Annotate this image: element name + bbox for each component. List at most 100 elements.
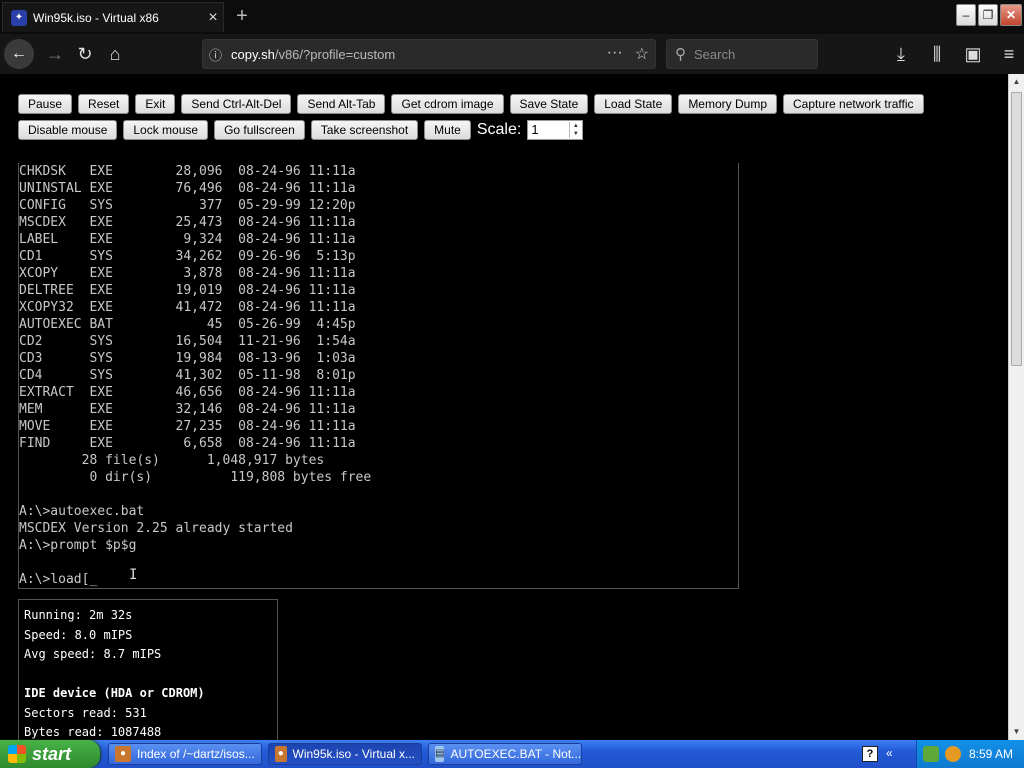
taskbar-item-index[interactable]: ● Index of /~dartz/isos... [108,743,262,765]
dos-line: XCOPY EXE 3,878 08-24-96 11:11a [19,266,356,281]
new-tab-icon[interactable]: + [230,4,254,28]
vertical-scrollbar[interactable]: ▲ ▼ [1008,74,1024,740]
get-cdrom-image-button[interactable]: Get cdrom image [391,94,504,114]
dos-line: FIND EXE 6,658 08-24-96 11:11a [19,436,356,451]
dos-line: CHKDSK EXE 28,096 08-24-96 11:11a [19,164,356,179]
forward-icon[interactable]: → [40,39,70,69]
search-input[interactable]: ⚲ Search [666,39,818,69]
emulator-stats: Running: 2m 32s Speed: 8.0 mIPS Avg spee… [18,599,278,740]
dos-line: A:\>autoexec.bat [19,504,145,519]
show-hidden-icons-icon[interactable]: « [886,746,893,760]
tab-title: Win95k.iso - Virtual x86 [33,10,159,25]
save-state-button[interactable]: Save State [509,94,589,114]
start-label: start [32,743,72,764]
browser-navbar: ← → ↻ ⌂ ⓘ copy.sh /v86/?profile=custom ·… [0,34,1024,74]
stat-spacer [24,665,277,685]
mute-button[interactable]: Mute [424,120,471,140]
browser-tab[interactable]: ✦ Win95k.iso - Virtual x86 × [2,2,224,32]
dos-line: EXTRACT EXE 46,656 08-24-96 11:11a [19,385,356,400]
dos-line [19,554,738,571]
memory-dump-button[interactable]: Memory Dump [678,94,777,114]
dos-line: XCOPY32 EXE 41,472 08-24-96 11:11a [19,300,356,315]
search-tray-icon[interactable] [945,746,961,762]
library-icon[interactable]: ⫼ [922,39,952,69]
home-icon[interactable]: ⌂ [100,39,130,69]
reload-icon[interactable]: ↻ [70,39,100,69]
firefox-icon: ● [115,746,131,762]
stat-running: Running: 2m 32s [24,608,133,622]
stat-speed: Speed: 8.0 mIPS [24,627,133,642]
url-host: copy.sh [231,46,275,62]
taskbar-item-win95k[interactable]: ● Win95k.iso - Virtual x... [268,743,422,765]
dos-line: MOVE EXE 27,235 08-24-96 11:11a [19,419,356,434]
scale-input[interactable]: 1 ▲ ▼ [527,120,584,140]
notepad-icon: ▤ [435,746,445,762]
search-icon: ⚲ [675,46,686,63]
info-icon[interactable]: ⓘ [209,45,231,64]
page-content: Pause Reset Exit Send Ctrl-Alt-Del Send … [0,74,1008,740]
dos-line: A:\>prompt $p$g [19,538,137,553]
pause-button[interactable]: Pause [18,94,73,114]
start-button[interactable]: start [0,740,100,768]
stat-sectors-read: Sectors read: 531 [24,705,147,720]
send-alt-tab-button[interactable]: Send Alt-Tab [297,94,386,114]
dos-line: CD2 SYS 16,504 11-21-96 1:54a [19,334,356,349]
restore-icon[interactable]: ❐ [978,4,998,26]
exit-button[interactable]: Exit [135,94,176,114]
lock-mouse-button[interactable]: Lock mouse [123,120,209,140]
emulator-toolbar: Pause Reset Exit Send Ctrl-Alt-Del Send … [18,94,998,140]
back-icon[interactable]: ← [4,39,34,69]
capture-network-traffic-button[interactable]: Capture network traffic [783,94,924,114]
dos-line: CD4 SYS 41,302 05-11-98 8:01p [19,368,356,383]
menu-icon[interactable]: ≡ [994,39,1024,69]
text-cursor-icon: I [129,567,138,583]
dos-line: LABEL EXE 9,324 08-24-96 11:11a [19,232,356,247]
dos-line: DELTREE EXE 19,019 08-24-96 11:11a [19,283,356,298]
close-tab-icon[interactable]: × [203,9,223,27]
help-icon[interactable]: ? [862,746,878,762]
scroll-up-icon[interactable]: ▲ [1009,74,1024,90]
scale-spinner-icon[interactable]: ▲ ▼ [569,122,581,138]
emulator-screen[interactable]: CHKDSK EXE 28,096 08-24-96 11:11a UNINSTA… [18,163,739,589]
sidebar-icon[interactable]: ▣ [958,39,988,69]
download-icon[interactable]: ⤓ [886,39,916,69]
scale-label: Scale: [476,121,522,138]
send-ctrl-alt-del-button[interactable]: Send Ctrl-Alt-Del [181,94,292,114]
dos-line: MEM EXE 32,146 08-24-96 11:11a [19,402,356,417]
network-icon[interactable] [923,746,939,762]
dos-output: CHKDSK EXE 28,096 08-24-96 11:11a UNINSTA… [19,163,738,588]
page-actions-icon[interactable]: ··· [607,44,623,64]
taskbar-item-label: Index of /~dartz/isos... [137,747,255,761]
scale-value: 1 [531,122,539,137]
dos-line: 28 file(s) 1,048,917 bytes [19,453,325,468]
stat-avg-speed: Avg speed: 8.7 mIPS [24,647,162,661]
windows-logo-icon [8,745,26,763]
load-state-button[interactable]: Load State [594,94,673,114]
taskbar-item-notepad[interactable]: ▤ AUTOEXEC.BAT - Not... [428,743,582,765]
taskbar-item-label: Win95k.iso - Virtual x... [292,747,415,761]
dos-line: CD3 SYS 19,984 08-13-96 1:03a [19,351,356,366]
search-placeholder: Search [694,46,736,62]
close-window-icon[interactable]: ✕ [1000,4,1022,26]
dos-line: MSCDEX EXE 25,473 08-24-96 11:11a [19,215,356,230]
scroll-down-icon[interactable]: ▼ [1009,724,1024,740]
url-path: /v86/?profile=custom [274,46,396,62]
url-bar[interactable]: ⓘ copy.sh /v86/?profile=custom ··· ☆ [202,39,656,69]
browser-tools: ⤓ ⫼ ▣ ≡ [886,39,1024,69]
stat-ide-heading: IDE device (HDA or CDROM) [24,686,205,700]
disable-mouse-button[interactable]: Disable mouse [18,120,118,140]
dos-line [19,486,738,503]
bookmark-star-icon[interactable]: ☆ [635,44,649,64]
go-fullscreen-button[interactable]: Go fullscreen [214,120,305,140]
dos-line: CD1 SYS 34,262 09-26-96 5:13p [19,249,356,264]
v86-icon: ✦ [11,9,27,26]
dos-line: AUTOEXEC BAT 45 05-26-99 4:45p [19,317,356,332]
dos-line: A:\>load[_ [19,572,98,587]
reset-button[interactable]: Reset [78,94,130,114]
clock: 8:59 AM [969,747,1014,761]
minimize-icon[interactable]: – [956,4,976,26]
scroll-thumb[interactable] [1011,92,1022,366]
take-screenshot-button[interactable]: Take screenshot [310,120,419,140]
system-tray: 8:59 AM [916,740,1024,768]
dos-line: UNINSTAL EXE 76,496 08-24-96 11:11a [19,181,356,196]
